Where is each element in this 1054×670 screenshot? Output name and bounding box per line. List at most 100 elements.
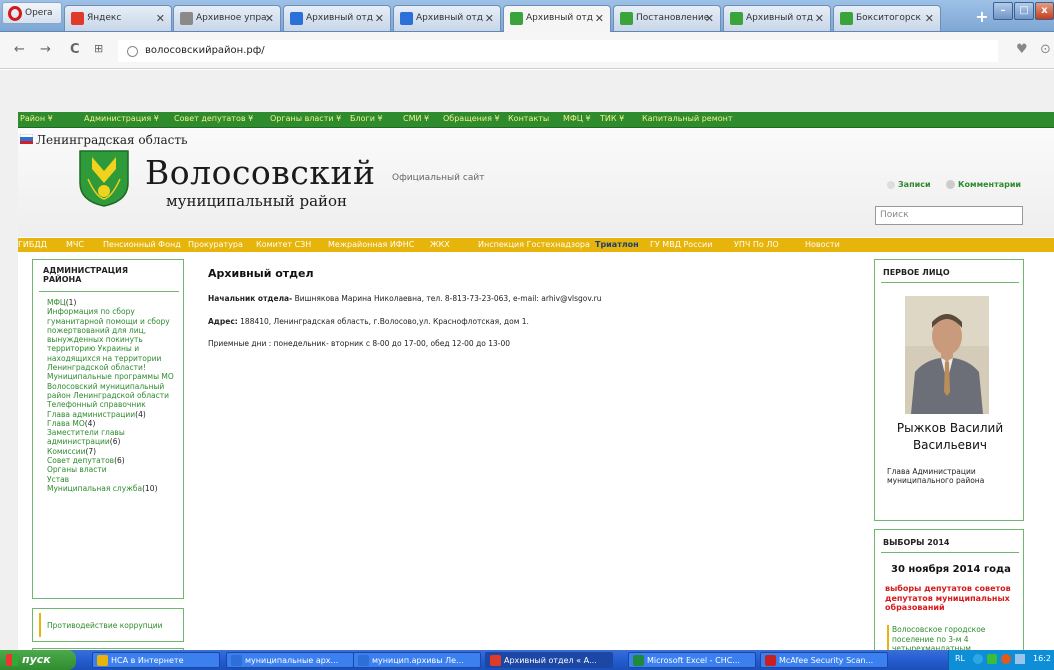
sidebar-menu-label: Глава администрации	[47, 409, 136, 419]
sub-nav-item[interactable]: ГИБДД	[18, 240, 47, 249]
back-icon[interactable]: ←	[14, 42, 25, 57]
sub-nav-item[interactable]: Новости	[805, 240, 840, 249]
browser-tab[interactable]: Архивный отд ✕	[723, 5, 831, 31]
taskbar-window-button[interactable]: НСА в Интернете	[92, 652, 220, 668]
tab-close-icon[interactable]: ✕	[375, 12, 384, 25]
extension-icon[interactable]: ⊙	[1040, 42, 1051, 57]
browser-tab[interactable]: Бокситогорск ✕	[833, 5, 941, 31]
sub-nav-item[interactable]: Прокуратура	[188, 240, 243, 249]
display-icon[interactable]	[1015, 654, 1025, 664]
top-nav-item[interactable]: МФЦ ¥	[563, 114, 591, 123]
rss-icon	[887, 180, 895, 189]
official-photo[interactable]	[905, 296, 989, 414]
sub-nav-item[interactable]: УПЧ По ЛО	[734, 240, 779, 249]
corruption-box: Противодействие коррупции	[32, 608, 184, 642]
sidebar-menu-item[interactable]: Глава МО(4)	[47, 419, 183, 428]
sub-nav-item[interactable]: ГУ МВД России	[650, 240, 712, 249]
tab-title: Архивный отд	[306, 13, 374, 23]
rss-posts-link[interactable]: Записи	[887, 180, 931, 189]
opera-tray-icon[interactable]	[1001, 654, 1011, 664]
sidebar-menu-item[interactable]: Органы власти	[47, 465, 183, 474]
elections-heading: ВЫБОРЫ 2014	[883, 538, 950, 547]
maximize-button[interactable]: □	[1014, 2, 1034, 20]
browser-tab[interactable]: Архивный отд ✕	[393, 5, 501, 31]
sidebar-menu-item[interactable]: Телефонный справочник	[47, 400, 183, 409]
tab-close-icon[interactable]: ✕	[705, 12, 714, 25]
sub-nav-item[interactable]: Пенсионный Фонд	[103, 240, 181, 249]
sidebar-menu-label: Телефонный справочник	[47, 400, 146, 410]
taskbar-window-label: McAfee Security Scan...	[779, 656, 874, 665]
taskbar-window-button[interactable]: Архивный отдел « А...	[485, 652, 613, 668]
tab-close-icon[interactable]: ✕	[595, 12, 604, 25]
browser-tab[interactable]: Яндекс ✕	[64, 5, 172, 31]
forward-icon[interactable]: →	[40, 42, 51, 57]
sidebar-menu-label: Совет депутатов	[47, 456, 115, 466]
minimize-button[interactable]: –	[993, 2, 1013, 20]
sidebar-menu-count: (4)	[135, 409, 146, 419]
top-nav-item[interactable]: Блоги ¥	[350, 114, 383, 123]
official-name[interactable]: Рыжков Василий Васильевич	[883, 420, 1017, 454]
taskbar-window-button[interactable]: муниципальные арх...	[226, 652, 354, 668]
sidebar-menu-item[interactable]: МФЦ(1)	[47, 298, 183, 307]
opera-menu-button[interactable]: Opera	[2, 2, 62, 24]
tab-close-icon[interactable]: ✕	[156, 12, 165, 25]
browser-tab[interactable]: Архивный отд ✕	[503, 5, 611, 32]
top-nav-item[interactable]: Контакты	[508, 114, 549, 123]
sidebar-menu-item[interactable]: Информация по сбору гуманитарной помощи …	[47, 307, 183, 372]
top-nav-item[interactable]: Администрация ¥	[84, 114, 159, 123]
tab-close-icon[interactable]: ✕	[925, 12, 934, 25]
tab-favicon-icon	[620, 12, 633, 25]
rss-comments-link[interactable]: Комментарии	[946, 180, 1021, 189]
language-indicator[interactable]: RL	[955, 654, 965, 663]
region-name: Ленинградская область	[36, 133, 188, 147]
top-nav-item[interactable]: Район ¥	[20, 114, 53, 123]
reload-icon[interactable]: C	[70, 42, 80, 57]
browser-tab[interactable]: Архивный отд ✕	[283, 5, 391, 31]
tab-close-icon[interactable]: ✕	[485, 12, 494, 25]
tab-title: Постановление	[636, 13, 710, 23]
sub-nav-item[interactable]: Межрайонная ИФНС	[328, 240, 414, 249]
taskbar-window-button[interactable]: Microsoft Excel - СНС...	[628, 652, 756, 668]
tab-close-icon[interactable]: ✕	[265, 12, 274, 25]
sidebar-menu-item[interactable]: Муниципальная служба(10)	[47, 484, 183, 493]
sub-nav-item[interactable]: Комитет СЗН	[256, 240, 311, 249]
top-nav-item[interactable]: Органы власти ¥	[270, 114, 341, 123]
elections-link[interactable]: выборы депутатов советов депутатов муниц…	[885, 584, 1015, 613]
sidebar-menu-item[interactable]: Совет депутатов(6)	[47, 456, 183, 465]
new-tab-button[interactable]: +	[973, 8, 991, 26]
site-search-input[interactable]: Поиск	[875, 206, 1023, 225]
top-nav-item[interactable]: ТИК ¥	[600, 114, 624, 123]
top-nav-item[interactable]: Капитальный ремонт	[642, 114, 733, 123]
tab-title: Бокситогорск	[856, 13, 921, 23]
sub-nav-item[interactable]: Инспекция Гостехнадзора	[478, 240, 590, 249]
sidebar-menu-item[interactable]: Муниципальные программы МО Волосовский м…	[47, 372, 183, 400]
browser-tab[interactable]: Постановление ✕	[613, 5, 721, 31]
url-input[interactable]: волосовскийрайон.рф/	[118, 40, 998, 62]
sidebar-menu-item[interactable]: Заместители главы администрации(6)	[47, 428, 183, 447]
sub-nav-item[interactable]: ЖКХ	[430, 240, 450, 249]
browser-tab[interactable]: Архивное упра ✕	[173, 5, 281, 31]
speed-dial-icon[interactable]: ⊞	[94, 42, 103, 55]
taskbar-window-button[interactable]: McAfee Security Scan...	[760, 652, 888, 668]
tab-close-icon[interactable]: ✕	[815, 12, 824, 25]
sidebar-menu-item[interactable]: Устав	[47, 475, 183, 484]
system-tray: RL 16:2	[948, 650, 1054, 670]
start-button[interactable]: пуск	[0, 650, 76, 670]
corruption-link[interactable]: Противодействие коррупции	[39, 613, 179, 637]
sub-nav-item[interactable]: Триатлон	[595, 240, 639, 249]
sidebar-menu-count: (6)	[109, 437, 121, 447]
taskbar-window-button[interactable]: муницип.архивы Ле...	[353, 652, 481, 668]
top-nav-item[interactable]: Совет депутатов ¥	[174, 114, 253, 123]
first-person-heading: ПЕРВОЕ ЛИЦО	[883, 268, 950, 277]
sidebar-menu-item[interactable]: Глава администрации(4)	[47, 410, 183, 419]
sidebar-menu-item[interactable]: Комиссии(7)	[47, 447, 183, 456]
top-nav-item[interactable]: Обращения ¥	[443, 114, 500, 123]
sub-nav-item[interactable]: МЧС	[66, 240, 84, 249]
sidebar-menu-count: (6)	[114, 456, 125, 466]
top-nav-item[interactable]: СМИ ¥	[403, 114, 429, 123]
elections-district-link[interactable]: Волосовское городское поселение по 3-м 4…	[887, 625, 1013, 650]
heart-icon[interactable]: ♥	[1016, 42, 1028, 57]
antivirus-icon[interactable]	[987, 654, 997, 664]
close-window-button[interactable]: x	[1035, 2, 1054, 20]
network-icon[interactable]	[973, 654, 983, 664]
